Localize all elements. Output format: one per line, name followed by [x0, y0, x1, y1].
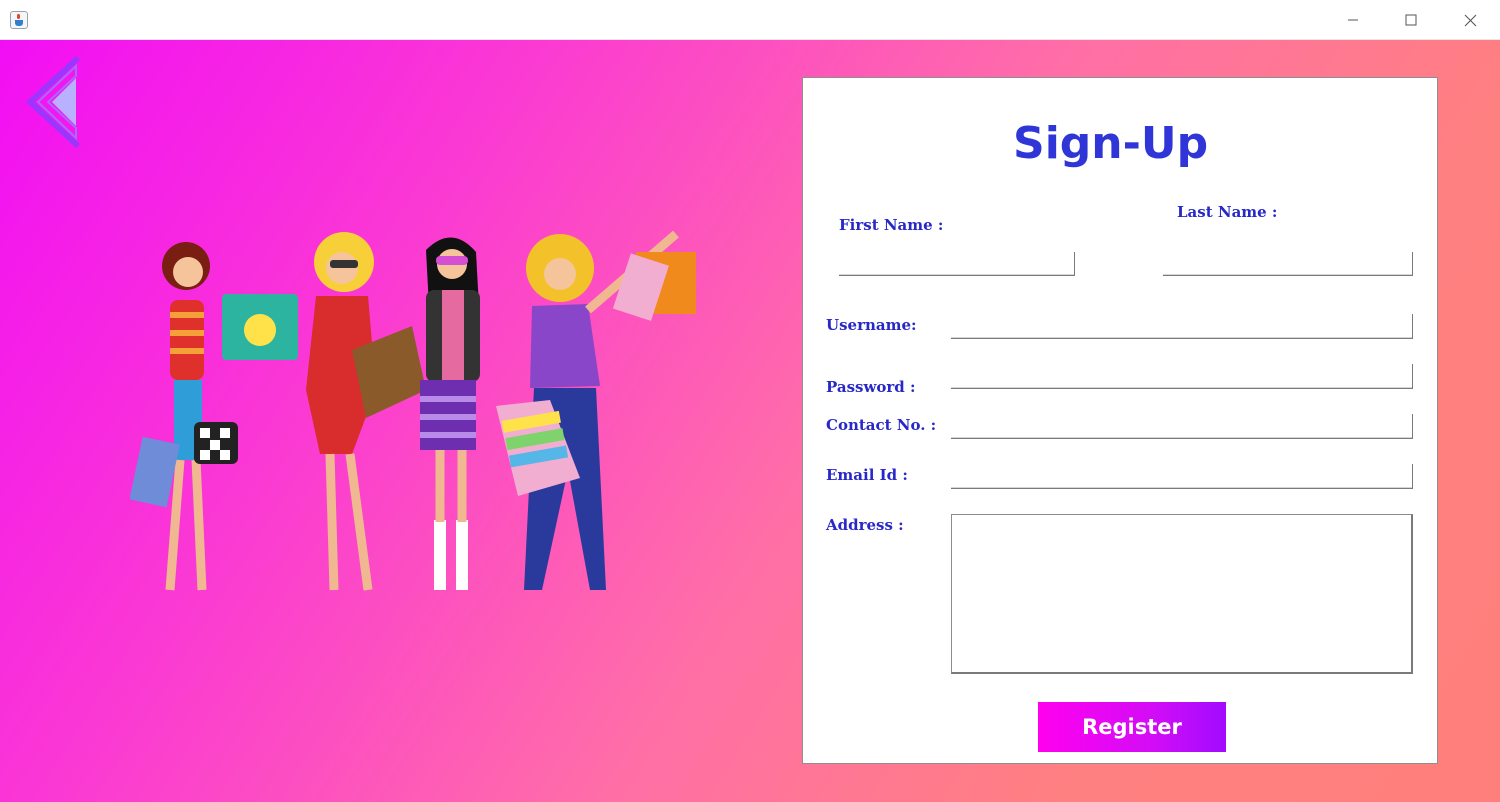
first-name-label: First Name :	[839, 216, 944, 234]
email-label: Email Id :	[826, 466, 908, 484]
email-field[interactable]	[951, 464, 1413, 489]
last-name-label: Last Name :	[1177, 203, 1278, 221]
woman-4-figure	[496, 230, 696, 590]
username-field[interactable]	[951, 314, 1413, 339]
contact-label: Contact No. :	[826, 416, 937, 434]
last-name-field[interactable]	[1163, 252, 1413, 276]
close-button[interactable]	[1441, 0, 1499, 40]
address-textarea[interactable]	[951, 514, 1413, 674]
close-icon	[1464, 14, 1476, 26]
password-label: Password :	[826, 378, 916, 396]
woman-1-figure	[130, 242, 238, 591]
back-arrow-icon	[26, 56, 80, 148]
page-title: Sign-Up	[1013, 118, 1209, 169]
shopping-women-illustration	[130, 230, 696, 591]
minimize-button[interactable]	[1324, 0, 1382, 40]
maximize-icon	[1405, 14, 1417, 26]
window-titlebar	[0, 0, 1500, 40]
maximize-button[interactable]	[1382, 0, 1440, 40]
password-field[interactable]	[951, 364, 1413, 389]
app-content: Sign-Up First Name : Last Name : Usernam…	[0, 40, 1500, 802]
username-label: Username:	[826, 316, 917, 334]
signup-panel: Sign-Up First Name : Last Name : Usernam…	[802, 77, 1438, 764]
address-label: Address :	[826, 516, 904, 534]
java-app-icon	[10, 11, 28, 29]
woman-2-figure	[306, 232, 426, 591]
minimize-icon	[1348, 19, 1358, 21]
register-button[interactable]: Register	[1038, 702, 1226, 752]
back-button[interactable]	[20, 52, 84, 152]
woman-3-figure	[420, 237, 480, 590]
contact-field[interactable]	[951, 414, 1413, 439]
first-name-field[interactable]	[839, 252, 1075, 276]
